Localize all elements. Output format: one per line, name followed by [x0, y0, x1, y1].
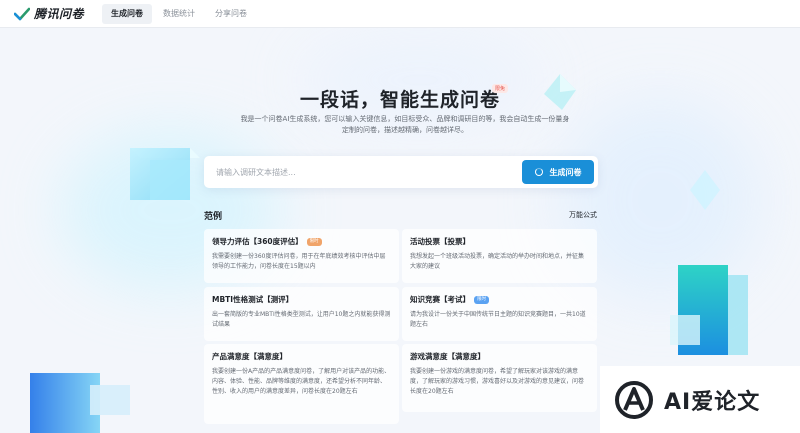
ai-logo-icon [615, 380, 653, 419]
card-description: 出一套简版的专业MBTI性格类型测试，让用户10题之内就能获得测试结果 [212, 311, 391, 328]
logo-text: 腾讯问卷 [34, 7, 85, 21]
page-title: 一段话，智能生成问卷 [299, 89, 500, 111]
generate-button-label: 生成问卷 [549, 167, 582, 177]
example-card-leadership[interactable]: 领导力评估【360度评估】 限时 我需要创建一份360度评估问卷，用于在年底绩效… [204, 229, 399, 283]
tab-generate[interactable]: 生成问卷 [102, 3, 152, 24]
watermark: AI爱论文 [600, 366, 800, 433]
card-description: 我想发起一个班级活动投票，确定活动的举办时间和地点，并征集大家的建议 [410, 253, 585, 270]
tab-share[interactable]: 分享问卷 [206, 4, 256, 24]
loading-circle-icon [534, 168, 543, 176]
card-description: 我要创建一份游戏的满意度问卷，希望了解玩家对该游戏的满意度，了解玩家的游戏习惯，… [410, 368, 585, 395]
bg-cube-bottom-left-icon [30, 373, 130, 433]
card-tag: 限时 [306, 237, 322, 246]
card-title: MBTI性格测试【测评】 [212, 295, 294, 304]
card-title: 领导力评估【360度评估】 [212, 237, 303, 246]
card-title: 活动投票【投票】 [410, 237, 470, 246]
card-title: 游戏满意度【满意度】 [410, 352, 485, 361]
card-title: 产品满意度【满意度】 [212, 352, 287, 361]
formula-link[interactable]: 万能公式 [569, 210, 597, 220]
card-description: 请为我设计一份关于中国传统节日主题的知识竞赛题目，一共10道题左右 [410, 311, 586, 328]
card-description: 我需要创建一份360度评估问卷，用于在年底绩效考核中评估中层领导的工作能力，问卷… [212, 253, 386, 270]
free-badge: 限免 [492, 84, 509, 93]
example-card-game-satisfaction[interactable]: 游戏满意度【满意度】 我要创建一份游戏的满意度问卷，希望了解玩家对该游戏的满意度… [402, 344, 597, 412]
hero-description: 我是一个问卷AI生成系统，您可以输入关键信息，如目标受众、品牌和调研目的等，我会… [240, 115, 570, 134]
app-logo[interactable]: 腾讯问卷 [14, 5, 100, 22]
top-bar: 腾讯问卷 生成问卷 数据统计 分享问卷 [0, 0, 800, 28]
card-description: 我要创建一份A产品的产品满意度问卷，了解用户对该产品的功能、内容、体验、性能、品… [212, 368, 391, 395]
prompt-input[interactable] [216, 165, 496, 179]
tab-statistics[interactable]: 数据统计 [154, 4, 204, 24]
example-card-quiz[interactable]: 知识竞赛【考试】 限时 请为我设计一份关于中国传统节日主题的知识竞赛题目，一共1… [402, 287, 597, 341]
card-tag: 限时 [474, 295, 489, 304]
card-title: 知识竞赛【考试】 [410, 295, 470, 304]
example-card-product-satisfaction[interactable]: 产品满意度【满意度】 我要创建一份A产品的产品满意度问卷，了解用户对该产品的功能… [204, 344, 399, 424]
example-card-mbti[interactable]: MBTI性格测试【测评】 出一套简版的专业MBTI性格类型测试，让用户10题之内… [204, 287, 399, 341]
generate-button[interactable]: 生成问卷 [522, 160, 594, 184]
watermark-text: AI爱论文 [664, 389, 761, 415]
example-card-vote[interactable]: 活动投票【投票】 我想发起一个班级活动投票，确定活动的举办时间和地点，并征集大家… [402, 229, 597, 283]
checkmark-logo-icon [14, 7, 30, 20]
prompt-box: 生成问卷 [204, 156, 598, 188]
examples-title: 范例 [204, 212, 223, 222]
